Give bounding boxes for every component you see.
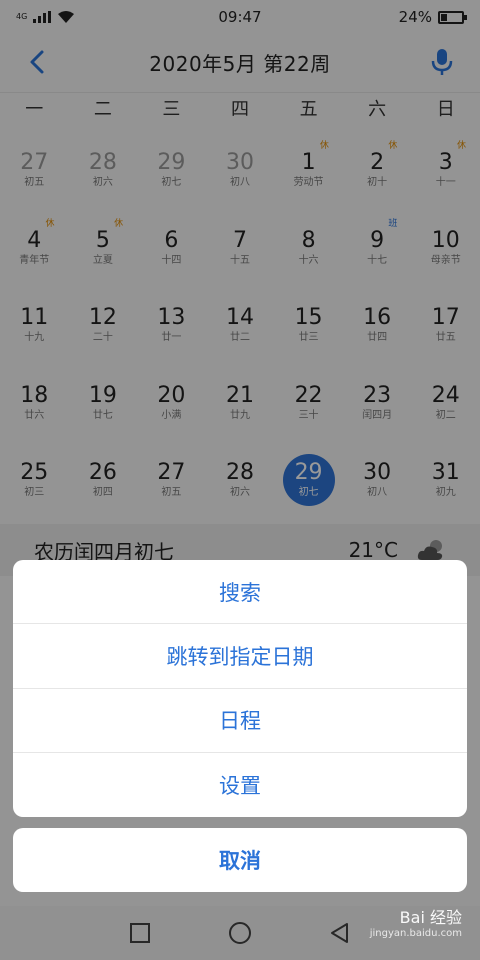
watermark-brand: Bai 经验 xyxy=(399,908,462,927)
settings-option[interactable]: 设置 xyxy=(13,753,467,817)
watermark-url: jingyan.baidu.com xyxy=(369,928,462,939)
schedule-option[interactable]: 日程 xyxy=(13,689,467,753)
watermark: Bai 经验 jingyan.baidu.com xyxy=(370,904,462,939)
search-option[interactable]: 搜索 xyxy=(13,560,467,625)
jump-to-date-option[interactable]: 跳转到指定日期 xyxy=(13,624,467,689)
action-sheet: 搜索 跳转到指定日期 日程 设置 xyxy=(13,560,467,817)
cancel-button[interactable]: 取消 xyxy=(13,828,467,892)
